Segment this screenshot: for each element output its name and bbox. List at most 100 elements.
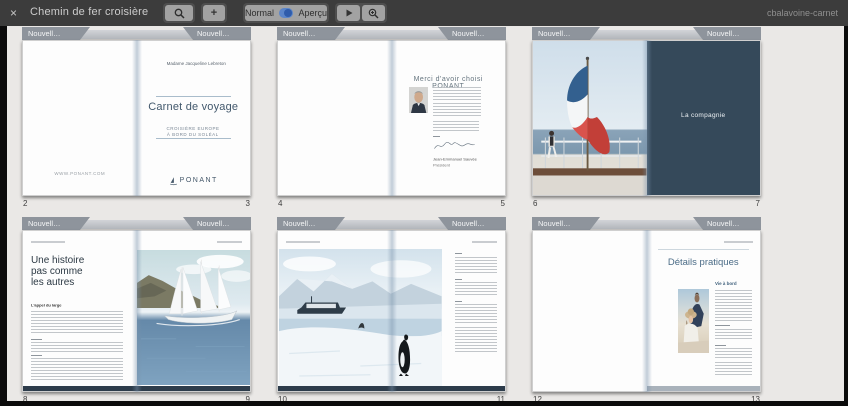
page-board: Nouvell… Nouvell… WWW.PONANT.COM Madame … bbox=[7, 26, 844, 401]
signature-name: Jean-Emmanuel Sauvée bbox=[433, 157, 477, 162]
spread-tab[interactable]: Nouvell… bbox=[277, 217, 345, 230]
spread-8-9[interactable]: Une histoire pas comme les autres L'appe… bbox=[22, 230, 251, 392]
spread-cell-12-13: Nouvell… Nouvell… Détails pratiques Vie … bbox=[530, 217, 763, 401]
spread-tab[interactable]: Nouvell… bbox=[22, 27, 90, 40]
toggle-switch[interactable] bbox=[279, 8, 293, 18]
portrait-art bbox=[409, 87, 428, 113]
spread-2-3[interactable]: WWW.PONANT.COM Madame Jacqueline Lebreto… bbox=[22, 40, 251, 196]
running-header bbox=[724, 241, 754, 243]
search-button[interactable] bbox=[165, 5, 193, 21]
text-placeholder bbox=[31, 342, 123, 352]
page-5: Merci d'avoir choisi PONANT bbox=[392, 40, 507, 196]
footer-band bbox=[278, 386, 392, 391]
signature-art bbox=[433, 140, 476, 152]
page-12 bbox=[532, 230, 647, 392]
antarctica-art bbox=[279, 249, 442, 386]
running-header bbox=[31, 241, 65, 243]
user-label: cbalavoine-carnet bbox=[767, 8, 838, 18]
close-icon[interactable]: × bbox=[10, 6, 17, 20]
spread-tab[interactable]: Nouvell… bbox=[438, 217, 506, 230]
text-placeholder bbox=[455, 257, 497, 275]
page-2: WWW.PONANT.COM bbox=[22, 40, 137, 196]
subhead: L'appel du large bbox=[31, 303, 62, 308]
page-8: Une histoire pas comme les autres L'appe… bbox=[22, 230, 137, 392]
cover-subtitle-2: À BORD DU SOLÉAL bbox=[137, 127, 251, 145]
page-number: 13 bbox=[751, 395, 760, 401]
play-button[interactable] bbox=[337, 5, 360, 21]
page-3: Madame Jacqueline Lebreton Carnet de voy… bbox=[137, 40, 252, 196]
spread-tab[interactable]: Nouvell… bbox=[438, 27, 506, 40]
page-number: 2 bbox=[23, 199, 27, 208]
page-9 bbox=[137, 230, 252, 392]
details-title: Détails pratiques bbox=[647, 257, 761, 268]
divider bbox=[658, 249, 749, 250]
page-number: 11 bbox=[497, 395, 505, 401]
page-4 bbox=[277, 40, 392, 196]
plus-icon: + bbox=[211, 5, 217, 21]
toggle-knob bbox=[284, 9, 292, 17]
text-placeholder bbox=[455, 279, 462, 280]
running-header bbox=[472, 241, 497, 243]
waiter-silhouette bbox=[547, 131, 557, 158]
page-number: 3 bbox=[246, 199, 250, 208]
running-header bbox=[217, 241, 242, 243]
text-placeholder bbox=[433, 103, 481, 118]
spread-tab[interactable]: Nouvell… bbox=[22, 217, 90, 230]
spread-12-13[interactable]: Détails pratiques Vie à bord bbox=[532, 230, 761, 392]
text-placeholder bbox=[715, 290, 752, 322]
spread-tab[interactable]: Nouvell… bbox=[693, 217, 761, 230]
footer-band bbox=[23, 386, 137, 391]
text-placeholder bbox=[455, 253, 462, 254]
play-icon bbox=[343, 7, 355, 19]
signature-role: Président bbox=[433, 163, 450, 168]
text-placeholder bbox=[715, 348, 752, 359]
normal-label: Normal bbox=[245, 8, 274, 18]
spread-10-11[interactable] bbox=[277, 230, 506, 392]
search-icon bbox=[173, 7, 186, 20]
spread-6-7[interactable]: La compagnie bbox=[532, 40, 761, 196]
footer-url: WWW.PONANT.COM bbox=[23, 166, 137, 184]
section-label: La compagnie bbox=[647, 112, 761, 119]
divider bbox=[156, 138, 231, 139]
sail-icon bbox=[169, 176, 178, 186]
flag-art bbox=[533, 41, 647, 195]
view-mode-group: Normal Aperçu bbox=[243, 3, 329, 23]
sailboat-photo bbox=[137, 250, 251, 385]
spread-tab[interactable]: Nouvell… bbox=[277, 27, 345, 40]
search-group bbox=[163, 3, 195, 23]
apercu-label: Aperçu bbox=[298, 8, 327, 18]
view-mode-toggle[interactable]: Normal Aperçu bbox=[245, 5, 327, 21]
spread-tab[interactable]: Nouvell… bbox=[693, 27, 761, 40]
add-button[interactable]: + bbox=[203, 5, 225, 21]
antarctica-photo bbox=[279, 249, 442, 386]
text-placeholder bbox=[433, 121, 478, 133]
footer-band bbox=[647, 386, 761, 391]
footer-band bbox=[137, 386, 251, 391]
portrait-photo bbox=[409, 87, 428, 113]
page-number: 4 bbox=[278, 199, 282, 208]
zoom-button[interactable] bbox=[362, 5, 385, 21]
spread-cell-6-7: Nouvell… Nouvell… bbox=[530, 27, 763, 213]
page-number: 5 bbox=[501, 199, 505, 208]
text-placeholder bbox=[433, 87, 481, 99]
couple-photo bbox=[678, 289, 709, 353]
spread-tab[interactable]: Nouvell… bbox=[183, 27, 251, 40]
text-placeholder bbox=[455, 282, 497, 296]
cover-title: Carnet de voyage bbox=[137, 101, 251, 113]
text-placeholder bbox=[31, 339, 42, 340]
spread-tab[interactable]: Nouvell… bbox=[532, 217, 600, 230]
spread-cell-10-11: Nouvell… Nouvell… bbox=[275, 217, 508, 401]
text-placeholder bbox=[455, 301, 462, 302]
text-placeholder bbox=[31, 311, 123, 335]
text-placeholder bbox=[433, 136, 440, 137]
page-13: Détails pratiques Vie à bord bbox=[647, 230, 762, 392]
recipient: Madame Jacqueline Lebreton bbox=[137, 56, 251, 74]
spread-tab[interactable]: Nouvell… bbox=[183, 217, 251, 230]
spread-cell-4-5: Nouvell… Nouvell… Merci d'avoir choisi P… bbox=[275, 27, 508, 213]
text-placeholder bbox=[455, 304, 497, 323]
subhead: Vie à bord bbox=[715, 281, 737, 286]
text-placeholder bbox=[31, 358, 123, 380]
page-number: 9 bbox=[246, 395, 250, 401]
spread-4-5[interactable]: Merci d'avoir choisi PONANT bbox=[277, 40, 506, 196]
spread-tab[interactable]: Nouvell… bbox=[532, 27, 600, 40]
